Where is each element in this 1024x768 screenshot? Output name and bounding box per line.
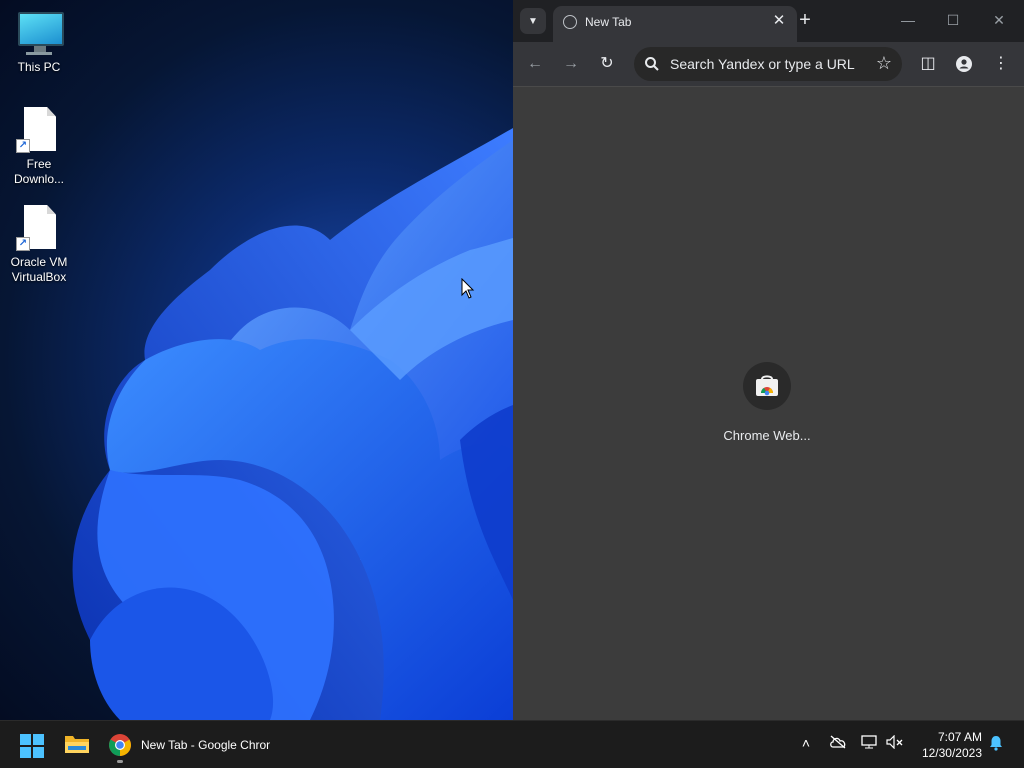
notification-bell-icon[interactable] — [985, 735, 1007, 754]
desktop-icon-label: Free Downlo... — [13, 157, 65, 186]
menu-kebab-icon[interactable]: ⋮ — [988, 51, 1014, 77]
bookmark-star-icon[interactable]: ☆ — [876, 53, 892, 74]
onedrive-offline-icon[interactable] — [827, 735, 849, 752]
side-panel-icon[interactable]: ◫ — [915, 51, 941, 77]
clock[interactable]: 7:07 AM 12/30/2023 — [922, 729, 982, 761]
maximize-button[interactable]: ☐ — [938, 10, 968, 30]
chrome-icon — [109, 734, 131, 756]
back-button[interactable]: ← — [522, 51, 548, 77]
toolbar: ← → ↻ Search Yandex or type a URL ☆ ◫ ⋮ — [513, 42, 1024, 86]
chrome-taskbar-button[interactable]: New Tab - Google Chrome — [104, 727, 274, 763]
tab-strip: ▼ New Tab ✕ + — ☐ ✕ — [513, 0, 1024, 42]
clock-date: 12/30/2023 — [921, 746, 982, 760]
shortcut-label: Chrome Web... — [723, 428, 811, 443]
omnibox-placeholder: Search Yandex or type a URL — [670, 56, 855, 72]
tab-search-button[interactable]: ▼ — [520, 8, 546, 34]
file-shortcut-icon: ↗ — [16, 205, 62, 251]
desktop-icon-label: This PC — [17, 60, 61, 74]
folder-icon — [65, 736, 89, 753]
volume-muted-icon[interactable] — [884, 734, 906, 752]
new-tab-page: Chrome Web... — [513, 86, 1024, 721]
desktop-icon-label: Oracle VM VirtualBox — [10, 255, 68, 284]
minimize-button[interactable]: — — [893, 10, 923, 30]
new-tab-button[interactable]: + — [793, 9, 817, 33]
profile-icon[interactable] — [951, 51, 977, 77]
desktop-icon-free-download[interactable]: ↗ Free Downlo... — [4, 107, 74, 187]
chevron-up-icon[interactable]: ˄ — [795, 735, 817, 751]
close-tab-icon[interactable]: ✕ — [769, 11, 789, 31]
search-icon — [645, 57, 659, 71]
windows-logo-icon — [20, 734, 31, 745]
globe-icon — [563, 15, 577, 29]
bloom-wallpaper — [72, 128, 513, 720]
shortcut-chrome-web-store[interactable]: Chrome Web... — [719, 362, 815, 443]
mouse-cursor-icon — [461, 278, 475, 299]
file-explorer-taskbar-button[interactable] — [64, 733, 90, 755]
close-window-button[interactable]: ✕ — [984, 10, 1014, 30]
chrome-window: ▼ New Tab ✕ + — ☐ ✕ ← → ↻ Search Yandex … — [513, 0, 1024, 721]
taskbar-window-title: New Tab - Google Chrome — [141, 738, 270, 752]
desktop: This PC ↗ Free Downlo... ↗ Oracle VM Vir… — [0, 0, 513, 720]
reload-button[interactable]: ↻ — [594, 51, 620, 77]
tab-new-tab[interactable]: New Tab ✕ — [553, 6, 797, 42]
computer-icon — [16, 10, 64, 56]
taskbar: New Tab - Google Chrome ˄ 7:07 AM 12/30/… — [0, 720, 1024, 768]
tab-title: New Tab — [585, 15, 632, 29]
running-indicator — [117, 760, 123, 763]
file-shortcut-icon: ↗ — [16, 107, 62, 153]
clock-time: 7:07 AM — [937, 730, 982, 744]
forward-button[interactable]: → — [558, 51, 584, 77]
chevron-down-icon: ▼ — [528, 15, 538, 27]
start-button[interactable] — [20, 734, 44, 758]
desktop-icon-virtualbox[interactable]: ↗ Oracle VM VirtualBox — [4, 205, 74, 285]
chrome-web-store-icon — [743, 362, 791, 410]
desktop-icon-this-pc[interactable]: This PC — [4, 10, 74, 75]
omnibox[interactable]: Search Yandex or type a URL ☆ — [634, 47, 902, 81]
network-icon[interactable] — [859, 735, 881, 752]
